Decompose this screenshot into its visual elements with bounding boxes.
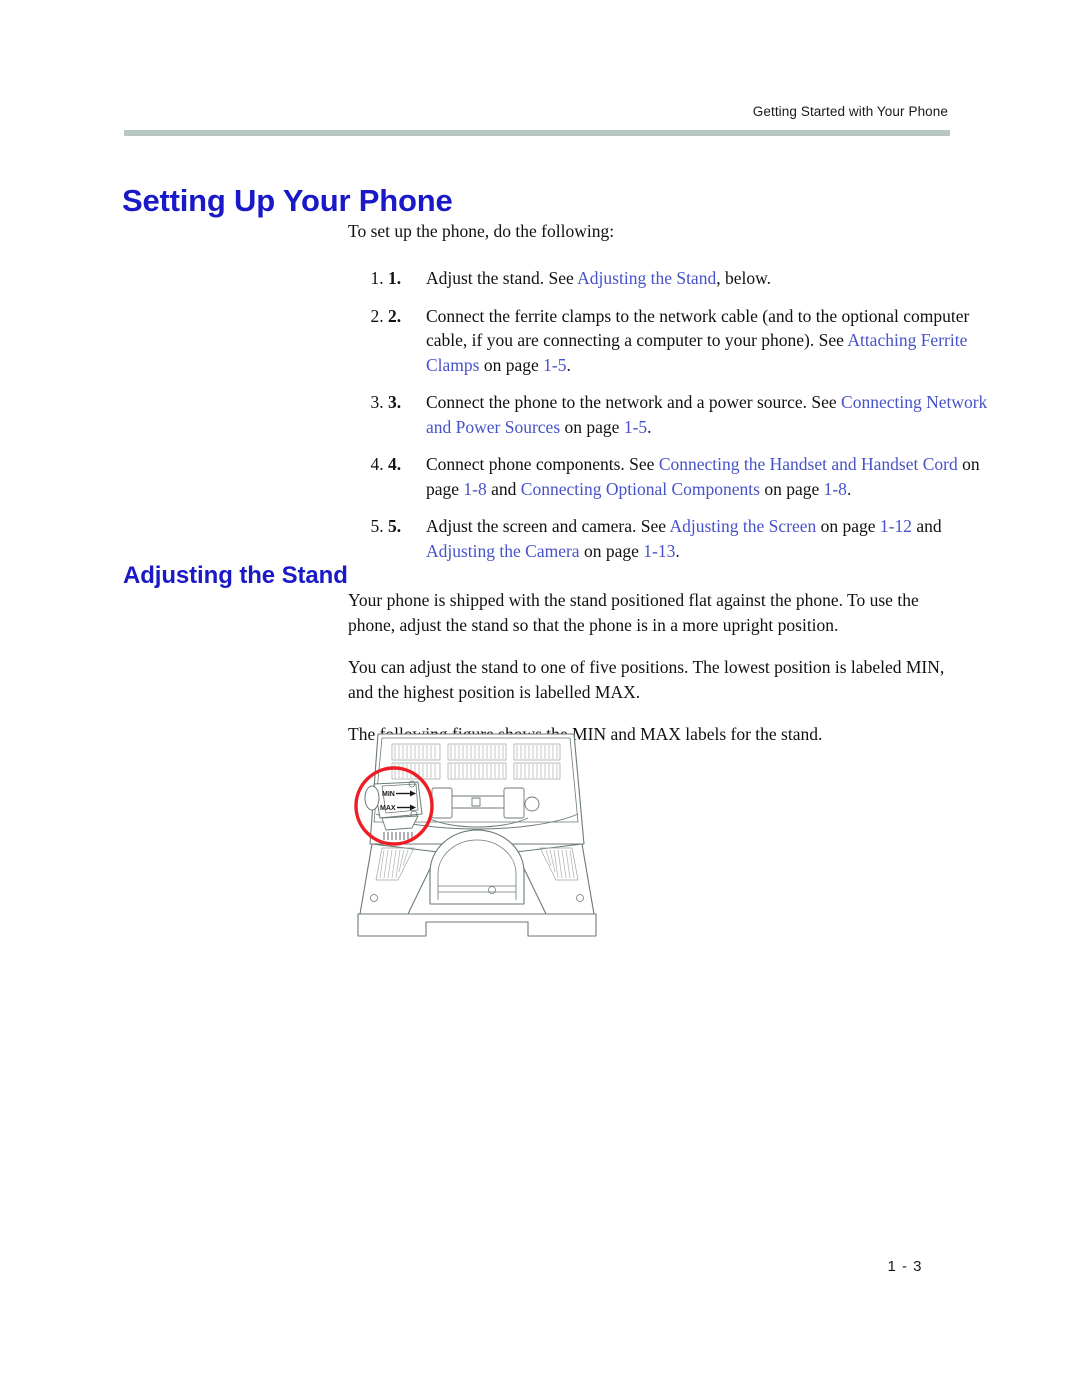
intro-text: To set up the phone, do the following: bbox=[348, 221, 615, 241]
setup-step: 4. Connect phone components. See Connecti… bbox=[388, 452, 1000, 501]
document-page: Getting Started with Your Phone Setting … bbox=[0, 0, 1080, 1397]
body-paragraph: Your phone is shipped with the stand pos… bbox=[348, 590, 919, 635]
cross-reference-link[interactable]: 1-5 bbox=[543, 355, 566, 375]
step-text: , below. bbox=[716, 268, 771, 288]
setup-step: 1. Adjust the stand. See Adjusting the St… bbox=[388, 266, 1000, 291]
cross-reference-link[interactable]: 1-13 bbox=[643, 541, 675, 561]
cross-reference-link[interactable]: 1-8 bbox=[824, 479, 847, 499]
cross-reference-link[interactable]: Adjusting the Stand bbox=[577, 268, 716, 288]
setup-step: 3. Connect the phone to the network and a… bbox=[388, 390, 1000, 439]
cross-reference-link[interactable]: Adjusting the Camera bbox=[426, 541, 580, 561]
step-number: 1. bbox=[388, 268, 402, 288]
step-text: on page bbox=[560, 416, 624, 437]
step-text: Adjust the screen and camera. See bbox=[426, 516, 670, 536]
step-text: . bbox=[846, 478, 852, 499]
step-text: on page bbox=[759, 478, 824, 499]
page-title: Setting Up Your Phone bbox=[122, 182, 453, 218]
cross-reference-link[interactable]: Adjusting the Screen bbox=[669, 516, 816, 536]
cross-reference-link[interactable]: Connecting the Handset and Handset Cord bbox=[659, 454, 958, 474]
phone-stand-figure: MIN MAX bbox=[352, 722, 602, 947]
step-text: . bbox=[566, 354, 571, 375]
cross-reference-link[interactable]: 1-5 bbox=[624, 417, 647, 437]
step-text: Connect phone components. See bbox=[426, 454, 659, 474]
step-number: 2. bbox=[388, 305, 402, 326]
step-text: Connect the phone to the network and a p… bbox=[426, 392, 842, 412]
setup-step: 2.Connect the ferrite clamps to the netw… bbox=[388, 304, 1000, 378]
step-text: on page bbox=[816, 516, 880, 536]
step-number: 3. bbox=[388, 392, 402, 412]
cross-reference-link[interactable]: Connecting Optional Components bbox=[521, 479, 760, 499]
step-text: on page bbox=[479, 354, 544, 375]
setup-step: 5. Adjust the screen and camera. See Adju… bbox=[388, 514, 1000, 563]
step-text: and bbox=[911, 516, 942, 536]
cross-reference-link[interactable]: 1-12 bbox=[880, 516, 912, 536]
setup-steps-list: 1. Adjust the stand. See Adjusting the St… bbox=[348, 266, 1000, 576]
step-text: and bbox=[486, 478, 521, 499]
step-text: Adjust the stand. See bbox=[426, 268, 578, 288]
page-number: 1 - 3 bbox=[887, 1258, 923, 1275]
step-text: . bbox=[647, 416, 652, 437]
step-number: 4. bbox=[388, 454, 402, 474]
cross-reference-link[interactable]: 1-8 bbox=[463, 479, 486, 499]
step-text: . bbox=[675, 540, 680, 561]
svg-text:MAX: MAX bbox=[380, 805, 396, 812]
step-text: on page bbox=[579, 540, 644, 561]
header-rule bbox=[124, 130, 950, 136]
step-number: 5. bbox=[388, 516, 402, 536]
section-heading-adjusting-the-stand: Adjusting the Stand bbox=[123, 561, 348, 589]
body-paragraph: You can adjust the stand to one of five … bbox=[348, 657, 945, 702]
running-header: Getting Started with Your Phone bbox=[752, 104, 948, 119]
svg-text:MIN: MIN bbox=[382, 791, 395, 798]
